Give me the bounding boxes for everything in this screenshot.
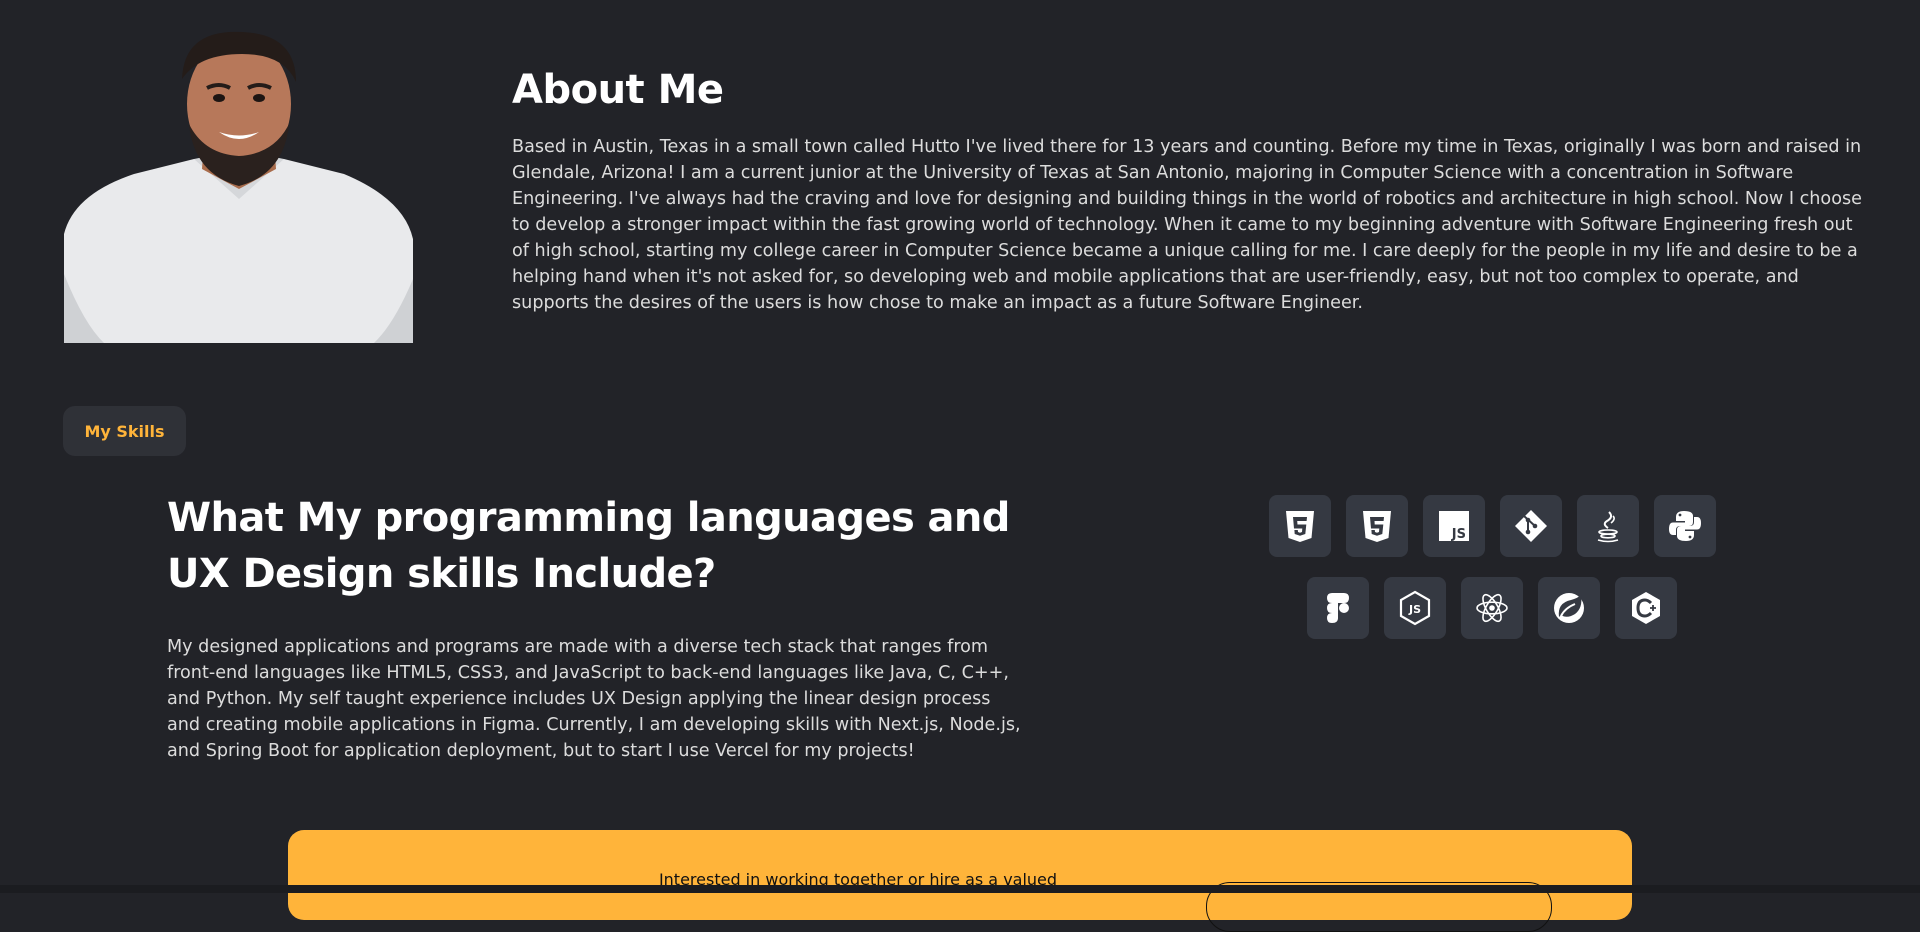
nodejs-tile[interactable]: JS (1384, 577, 1446, 639)
my-skills-badge[interactable]: My Skills (63, 406, 186, 456)
skills-heading: What My programming languages and UX Des… (167, 495, 1010, 597)
html5-icon (1285, 511, 1314, 542)
skills-icon-grid: 3 JS (1262, 495, 1722, 659)
figma-icon (1327, 593, 1349, 623)
react-tile[interactable] (1461, 577, 1523, 639)
profile-photo (64, 24, 413, 343)
python-tile[interactable] (1653, 495, 1716, 557)
react-icon (1476, 593, 1508, 623)
skills-section: What My programming languages and UX Des… (167, 490, 1037, 764)
java-icon (1597, 511, 1618, 543)
css3-tile[interactable]: 3 (1345, 495, 1408, 557)
javascript-tile[interactable]: JS (1422, 495, 1485, 557)
java-tile[interactable] (1576, 495, 1639, 557)
about-section: About Me Based in Austin, Texas in a sma… (512, 62, 1862, 316)
skills-paragraph: My designed applications and programs ar… (167, 637, 1021, 761)
figma-tile[interactable] (1307, 577, 1369, 639)
about-paragraph: Based in Austin, Texas in a small town c… (512, 137, 1862, 313)
cplusplus-icon (1632, 592, 1660, 624)
about-title: About Me (512, 67, 724, 113)
javascript-icon: JS (1438, 511, 1469, 542)
git-tile[interactable] (1499, 495, 1562, 557)
spring-icon (1554, 593, 1584, 623)
python-icon (1668, 511, 1701, 541)
svg-text:JS: JS (1450, 527, 1465, 542)
my-skills-label: My Skills (84, 421, 165, 441)
skills-icon-row: JS (1262, 577, 1722, 639)
cplusplus-tile[interactable] (1615, 577, 1677, 639)
css3-icon: 3 (1362, 511, 1391, 542)
spring-tile[interactable] (1538, 577, 1600, 639)
nodejs-icon: JS (1399, 590, 1431, 626)
footer-strip (0, 885, 1920, 893)
html5-tile[interactable] (1268, 495, 1331, 557)
git-icon (1514, 510, 1547, 542)
contact-cta-banner: Interested in working together or hire a… (288, 830, 1632, 932)
svg-text:JS: JS (1408, 603, 1421, 616)
skills-icon-row: 3 JS (1262, 495, 1722, 557)
